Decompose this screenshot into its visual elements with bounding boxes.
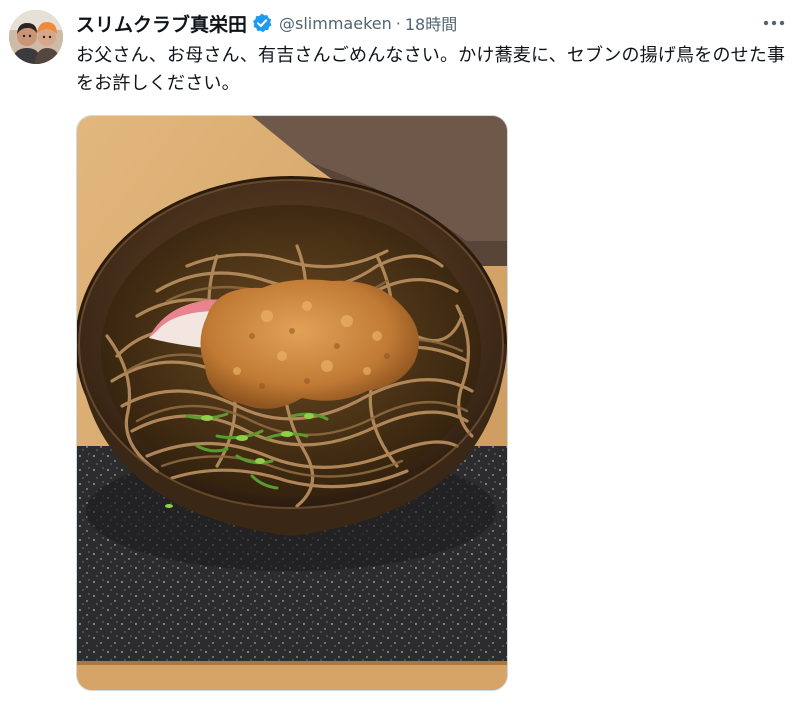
author-handle[interactable]: @slimmaeken	[279, 14, 392, 33]
separator-dot: ·	[395, 13, 401, 33]
tweet-text: お父さん、お母さん、有吉さんごめんなさい。かけ蕎麦に、セブンの揚げ鳥をのせた事を…	[76, 45, 786, 94]
avatar[interactable]	[9, 10, 63, 64]
avatar-image	[9, 10, 63, 64]
timestamp[interactable]: 18時間	[405, 11, 457, 35]
soba-photo	[77, 116, 507, 690]
tweet-photo[interactable]	[76, 115, 508, 691]
author-name[interactable]: スリムクラブ真栄田	[76, 10, 247, 37]
verified-badge-icon	[251, 12, 273, 34]
tweet-header: スリムクラブ真栄田 @slimmaeken · 18時間	[76, 10, 457, 37]
more-options-icon[interactable]	[760, 12, 788, 34]
